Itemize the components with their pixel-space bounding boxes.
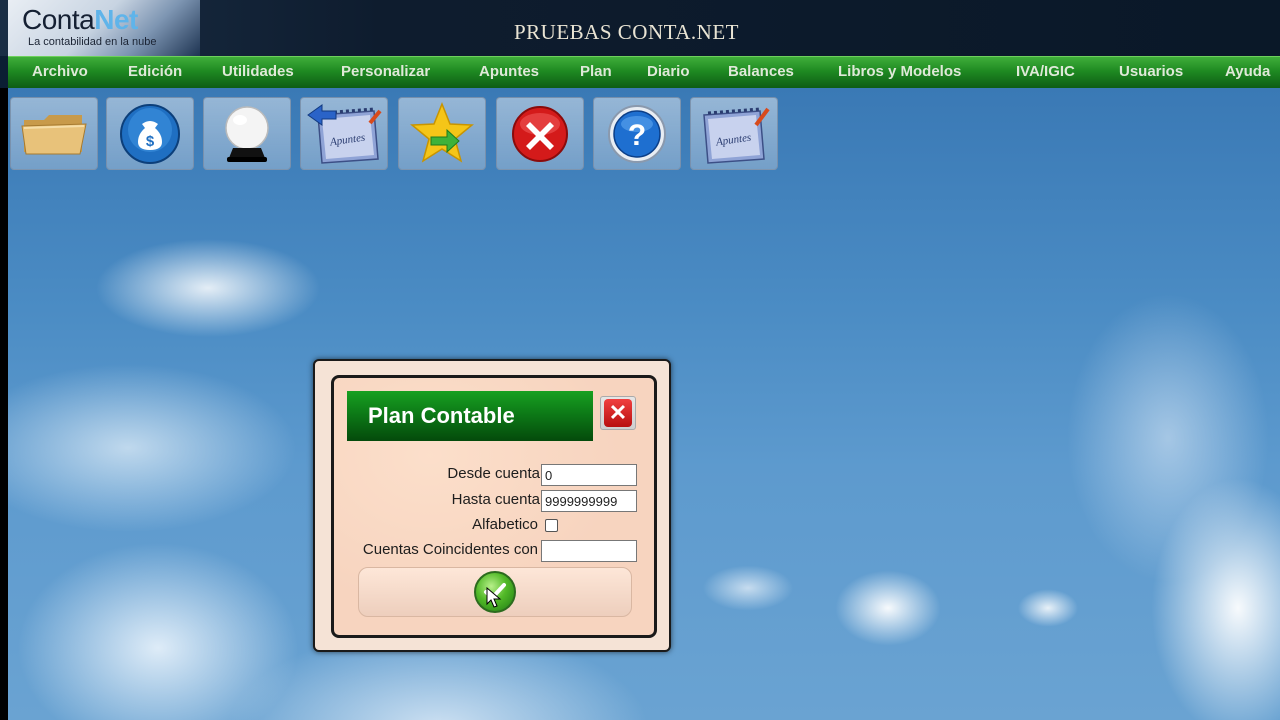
close-red-icon [512, 105, 568, 162]
logo-accent-text: Net [94, 4, 138, 35]
toolbar-close-button[interactable] [496, 97, 584, 170]
logo-tagline: La contabilidad en la nube [28, 36, 157, 48]
menu-diario[interactable]: Diario [647, 63, 690, 80]
alfabetico-label: Alfabetico [472, 516, 538, 533]
alfabetico-checkbox[interactable] [545, 519, 558, 532]
crystal-ball-icon [225, 105, 269, 162]
money-bag-icon: $ [120, 103, 180, 164]
logo-main-text: Conta [22, 4, 95, 35]
toolbar-crystal-ball-button[interactable] [203, 97, 291, 170]
toolbar-star-button[interactable] [398, 97, 486, 170]
menu-bar: Archivo Edición Utilidades Personalizar … [8, 56, 1280, 88]
folder-icon [21, 114, 87, 154]
help-icon: ? [608, 104, 666, 163]
menu-utilidades[interactable]: Utilidades [222, 63, 294, 80]
menu-iva-igic[interactable]: IVA/IGIC [1016, 63, 1075, 80]
menu-balances[interactable]: Balances [728, 63, 794, 80]
svg-text:$: $ [146, 133, 155, 150]
dialog-panel: Plan Contable ✕ Desde cuenta Hasta cuent… [331, 375, 657, 638]
apuntes-icon: Apuntes [703, 107, 770, 164]
menu-plan[interactable]: Plan [580, 63, 612, 80]
dialog-title: Plan Contable [347, 391, 593, 441]
submit-area [358, 567, 632, 617]
cuentas-coincidentes-label: Cuentas Coincidentes con [362, 541, 538, 558]
menu-apuntes[interactable]: Apuntes [479, 63, 539, 80]
desde-cuenta-label: Desde cuenta [447, 465, 540, 482]
cuentas-coincidentes-input[interactable] [541, 540, 637, 562]
logo[interactable]: ContaNet La contabilidad en la nube [8, 0, 200, 56]
site-title: PRUEBAS CONTA.NET [514, 20, 740, 44]
logo-text: ContaNet [22, 4, 138, 36]
app-header: ContaNet La contabilidad en la nube PRUE… [0, 0, 1280, 56]
menu-libros-modelos[interactable]: Libros y Modelos [838, 63, 961, 80]
menu-personalizar[interactable]: Personalizar [341, 63, 430, 80]
plan-contable-dialog: Plan Contable ✕ Desde cuenta Hasta cuent… [313, 359, 671, 652]
toolbar-help-button[interactable]: ? [593, 97, 681, 170]
toolbar-apuntes-button[interactable]: Apuntes [690, 97, 778, 170]
svg-text:?: ? [628, 119, 646, 152]
menu-archivo[interactable]: Archivo [32, 63, 88, 80]
dialog-close-button[interactable]: ✕ [600, 396, 636, 430]
left-border [0, 88, 8, 720]
hasta-cuenta-input[interactable] [541, 490, 637, 512]
desde-cuenta-input[interactable] [541, 464, 637, 486]
apuntes-back-icon: Apuntes [307, 103, 382, 164]
toolbar-folder-button[interactable] [10, 97, 98, 170]
menu-edicion[interactable]: Edición [128, 63, 182, 80]
menu-ayuda[interactable]: Ayuda [1225, 63, 1270, 80]
toolbar-money-button[interactable]: $ [106, 97, 194, 170]
hasta-cuenta-label: Hasta cuenta [451, 491, 540, 508]
toolbar-apuntes-back-button[interactable]: Apuntes [300, 97, 388, 170]
mouse-cursor-icon [486, 587, 502, 608]
menu-usuarios[interactable]: Usuarios [1119, 63, 1183, 80]
star-arrow-icon [410, 101, 474, 163]
close-icon: ✕ [604, 399, 632, 427]
accept-button[interactable] [474, 571, 516, 613]
